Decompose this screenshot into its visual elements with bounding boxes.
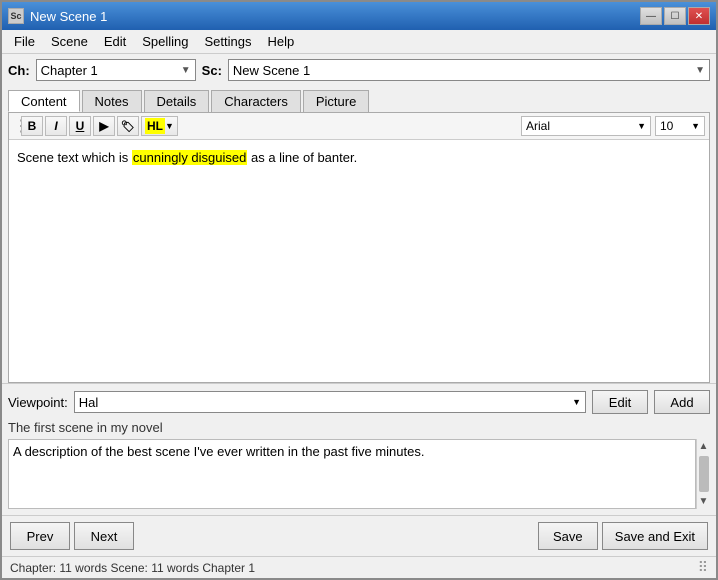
menubar: File Scene Edit Spelling Settings Help bbox=[2, 30, 716, 54]
next-button[interactable]: Next bbox=[74, 522, 134, 550]
scroll-thumb[interactable] bbox=[699, 456, 709, 492]
tab-content[interactable]: Content bbox=[8, 90, 80, 112]
highlight-button[interactable]: HL ▼ bbox=[141, 116, 178, 136]
menu-edit[interactable]: Edit bbox=[96, 32, 134, 51]
menu-scene[interactable]: Scene bbox=[43, 32, 96, 51]
title-buttons: — ☐ ✕ bbox=[640, 7, 710, 25]
footer-buttons: Prev Next Save Save and Exit bbox=[2, 515, 716, 556]
status-text: Chapter: 11 words Scene: 11 words Chapte… bbox=[10, 561, 255, 575]
italic-button[interactable]: I bbox=[45, 116, 67, 136]
text-after-highlight: as a line of banter. bbox=[247, 150, 357, 165]
window-title: New Scene 1 bbox=[30, 9, 107, 24]
chapter-value: Chapter 1 bbox=[41, 63, 98, 78]
minimize-button[interactable]: — bbox=[640, 7, 662, 25]
tab-picture[interactable]: Picture bbox=[303, 90, 369, 112]
sc-label: Sc: bbox=[202, 63, 222, 78]
menu-spelling[interactable]: Spelling bbox=[134, 32, 196, 51]
synopsis-scrollbar[interactable]: ▲ ▼ bbox=[696, 439, 710, 509]
main-window: Sc New Scene 1 — ☐ ✕ File Scene Edit Spe… bbox=[0, 0, 718, 580]
scene-dropdown-arrow: ▼ bbox=[695, 65, 705, 76]
underline-button[interactable]: U bbox=[69, 116, 91, 136]
status-bar: Chapter: 11 words Scene: 11 words Chapte… bbox=[2, 556, 716, 578]
save-button[interactable]: Save bbox=[538, 522, 598, 550]
scene-text-area[interactable]: Scene text which is cunningly disguised … bbox=[9, 140, 709, 382]
font-selector: Arial ▼ 10 ▼ bbox=[521, 116, 705, 136]
tag-button[interactable]: 🏷 bbox=[117, 116, 139, 136]
hl-text: HL bbox=[145, 118, 165, 134]
viewpoint-value: Hal bbox=[79, 395, 99, 410]
chapter-dropdown-arrow: ▼ bbox=[181, 65, 191, 76]
font-dropdown-arrow: ▼ bbox=[637, 121, 646, 131]
size-dropdown[interactable]: 10 ▼ bbox=[655, 116, 705, 136]
viewpoint-row: Viewpoint: Hal ▼ Edit Add bbox=[8, 390, 710, 414]
synopsis-title: The first scene in my novel bbox=[8, 420, 710, 435]
prev-button[interactable]: Prev bbox=[10, 522, 70, 550]
toolbar-row: Ch: Chapter 1 ▼ Sc: New Scene 1 ▼ bbox=[2, 54, 716, 86]
maximize-button[interactable]: ☐ bbox=[664, 7, 686, 25]
tab-details[interactable]: Details bbox=[144, 90, 210, 112]
font-dropdown[interactable]: Arial ▼ bbox=[521, 116, 651, 136]
menu-file[interactable]: File bbox=[6, 32, 43, 51]
menu-settings[interactable]: Settings bbox=[197, 32, 260, 51]
scroll-up-arrow[interactable]: ▲ bbox=[697, 439, 711, 454]
chapter-dropdown[interactable]: Chapter 1 ▼ bbox=[36, 59, 196, 81]
text-before-highlight: Scene text which is bbox=[17, 150, 132, 165]
drag-handle[interactable]: ⋮⋮ bbox=[13, 116, 19, 136]
font-size: 10 bbox=[660, 119, 673, 133]
play-button[interactable]: ▶ bbox=[93, 116, 115, 136]
font-name: Arial bbox=[526, 119, 550, 133]
hl-dropdown-arrow: ▼ bbox=[165, 121, 174, 131]
scroll-down-arrow[interactable]: ▼ bbox=[697, 494, 711, 509]
tab-notes[interactable]: Notes bbox=[82, 90, 142, 112]
synopsis-textarea[interactable] bbox=[8, 439, 696, 509]
highlighted-text: cunningly disguised bbox=[132, 150, 247, 165]
edit-button[interactable]: Edit bbox=[592, 390, 648, 414]
ch-label: Ch: bbox=[8, 63, 30, 78]
size-dropdown-arrow: ▼ bbox=[691, 121, 700, 131]
tab-characters[interactable]: Characters bbox=[211, 90, 301, 112]
bottom-panel: Viewpoint: Hal ▼ Edit Add The first scen… bbox=[2, 383, 716, 515]
viewpoint-label: Viewpoint: bbox=[8, 395, 68, 410]
add-button[interactable]: Add bbox=[654, 390, 710, 414]
app-icon: Sc bbox=[8, 8, 24, 24]
scene-dropdown[interactable]: New Scene 1 ▼ bbox=[228, 59, 710, 81]
menu-help[interactable]: Help bbox=[259, 32, 302, 51]
title-bar-left: Sc New Scene 1 bbox=[8, 8, 107, 24]
tabs-row: Content Notes Details Characters Picture bbox=[2, 86, 716, 112]
bold-button[interactable]: B bbox=[21, 116, 43, 136]
viewpoint-dropdown-arrow: ▼ bbox=[572, 397, 581, 407]
viewpoint-dropdown[interactable]: Hal ▼ bbox=[74, 391, 586, 413]
synopsis-area: ▲ ▼ bbox=[8, 439, 710, 509]
formatting-bar: ⋮⋮ B I U ▶ 🏷 HL ▼ Arial ▼ 10 ▼ bbox=[9, 113, 709, 140]
close-button[interactable]: ✕ bbox=[688, 7, 710, 25]
scene-value: New Scene 1 bbox=[233, 63, 310, 78]
main-content: ⋮⋮ B I U ▶ 🏷 HL ▼ Arial ▼ 10 ▼ bbox=[8, 112, 710, 383]
save-next-button[interactable]: Save and Exit bbox=[602, 522, 708, 550]
title-bar: Sc New Scene 1 — ☐ ✕ bbox=[2, 2, 716, 30]
resize-grip[interactable]: ⠿ bbox=[698, 559, 708, 576]
